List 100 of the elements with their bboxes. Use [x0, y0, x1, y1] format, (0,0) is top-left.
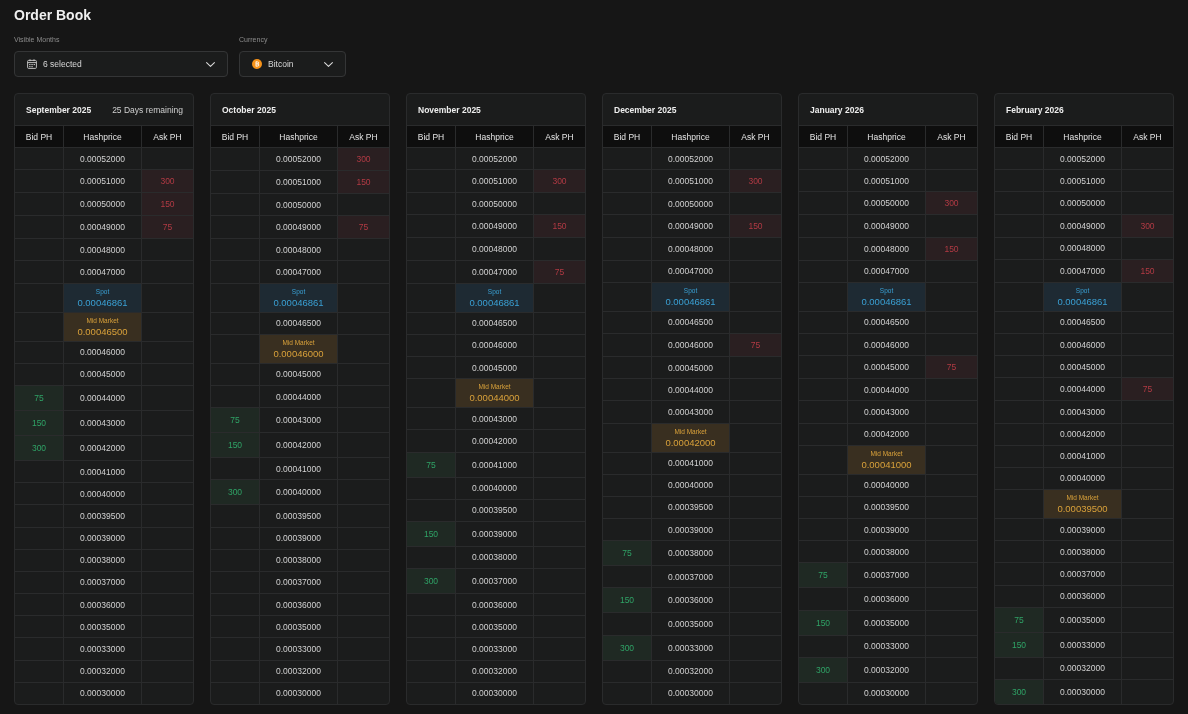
- ask-cell: 75: [729, 333, 781, 356]
- price-cell: 0.00039000: [1043, 519, 1121, 541]
- price-cell: 0.00036000: [1043, 585, 1121, 607]
- ask-cell: 150: [141, 193, 193, 216]
- price-cell: 0.00046000: [1043, 333, 1121, 356]
- column-header: Ask PH: [925, 126, 977, 147]
- price-cell: 0.00038000: [1043, 541, 1121, 563]
- price-cell: 0.00044000: [847, 379, 925, 401]
- column-header: Ask PH: [1121, 126, 1173, 147]
- ask-cell: 75: [141, 216, 193, 239]
- price-cell: 0.00039000: [847, 519, 925, 541]
- price-cell: 0.00033000: [455, 638, 533, 660]
- ask-cell: 300: [729, 170, 781, 193]
- bid-cell: 300: [15, 435, 63, 460]
- bid-cell: 300: [407, 569, 455, 594]
- price-cell: 0.00043000: [63, 410, 141, 435]
- price-cell: 0.00036000: [651, 588, 729, 613]
- price-cell: 0.00032000: [455, 660, 533, 682]
- month-title: December 2025: [614, 104, 677, 115]
- ask-cell: 300: [141, 170, 193, 193]
- price-cell: 0.00044000: [259, 385, 337, 408]
- price-cell: 0.00050000: [1043, 192, 1121, 214]
- price-cell: 0.00046000: [455, 334, 533, 356]
- price-cell: 0.00036000: [455, 594, 533, 616]
- column-header: Hashprice: [63, 126, 141, 147]
- price-cell: 0.00041000: [455, 452, 533, 477]
- price-cell: 0.00030000: [259, 682, 337, 704]
- ask-cell: 150: [729, 215, 781, 238]
- column-header: Bid PH: [416, 130, 446, 144]
- price-cell: 0.00046000: [63, 341, 141, 363]
- month-title: November 2025: [418, 104, 481, 115]
- bid-cell: 150: [15, 410, 63, 435]
- bid-cell: 150: [603, 588, 651, 613]
- column-header: Bid PH: [220, 130, 250, 144]
- price-cell: 0.00038000: [259, 549, 337, 571]
- price-cell: 0.00039000: [63, 527, 141, 549]
- price-cell: 0.00035000: [259, 616, 337, 638]
- mid-market-price: 0.00046500: [77, 325, 128, 337]
- chevron-down-icon: [324, 61, 333, 67]
- price-cell: 0.00032000: [847, 657, 925, 682]
- calendar-icon: [27, 59, 37, 69]
- ask-cell: 75: [925, 356, 977, 379]
- months-dropdown[interactable]: 6 selected: [14, 51, 228, 77]
- column-header: Hashprice: [259, 126, 337, 147]
- price-cell: 0.00035000: [847, 610, 925, 635]
- ask-cell: 75: [533, 260, 585, 283]
- price-cell: 0.00039500: [455, 499, 533, 521]
- spot-price: 0.00046861: [273, 296, 324, 308]
- price-cell: 0.00052000: [63, 148, 141, 170]
- price-cell: 0.00040000: [651, 474, 729, 496]
- price-cell: 0.00043000: [847, 401, 925, 423]
- column-header: Hashprice: [1043, 126, 1121, 147]
- ask-cell: 75: [337, 216, 389, 239]
- price-cell: 0.00030000: [651, 682, 729, 704]
- price-cell: 0.00048000: [455, 238, 533, 260]
- spot-price: 0.00046861: [1057, 295, 1108, 307]
- price-cell: 0.00042000: [847, 423, 925, 445]
- price-cell: 0.00045000: [1043, 356, 1121, 378]
- bid-cell: 300: [995, 680, 1043, 704]
- column-header: Hashprice: [651, 126, 729, 147]
- price-cell: 0.00039000: [455, 521, 533, 546]
- price-cell: 0.00050000: [651, 193, 729, 215]
- price-cell: 0.00042000: [63, 435, 141, 460]
- price-cell: 0.00039500: [847, 496, 925, 519]
- price-cell: 0.00038000: [63, 549, 141, 571]
- column-header: Ask PH: [729, 126, 781, 147]
- price-cell: 0.00041000: [63, 460, 141, 483]
- price-cell: 0.00035000: [1043, 607, 1121, 632]
- price-cell: 0.00039500: [259, 505, 337, 527]
- price-cell: 0.00041000: [1043, 445, 1121, 467]
- price-cell: 0.00046500: [1043, 311, 1121, 333]
- price-cell: 0.00052000: [847, 148, 925, 170]
- price-cell: 0.00036000: [259, 594, 337, 616]
- price-cell: 0.00032000: [63, 660, 141, 682]
- spot-price: 0.00046861: [861, 295, 912, 307]
- price-cell: 0.00047000: [847, 260, 925, 282]
- price-cell: 0.00049000: [847, 215, 925, 237]
- price-cell: 0.00048000: [259, 239, 337, 261]
- mid-market-price: 0.00041000: [861, 458, 912, 470]
- currency-dropdown[interactable]: Bitcoin: [239, 51, 346, 77]
- price-cell: 0.00041000: [259, 458, 337, 480]
- price-cell: 0.00047000: [259, 261, 337, 283]
- price-cell: 0.00038000: [847, 541, 925, 563]
- price-cell: 0.00037000: [847, 563, 925, 588]
- column-header: Ask PH: [533, 126, 585, 147]
- price-cell: 0.00047000: [651, 260, 729, 282]
- column-header: Bid PH: [612, 130, 642, 144]
- price-cell: 0.00045000: [455, 356, 533, 379]
- price-cell: 0.00037000: [259, 571, 337, 594]
- spot-price: 0.00046861: [665, 295, 716, 307]
- price-cell: 0.00050000: [455, 193, 533, 215]
- price-cell: 0.00032000: [651, 660, 729, 682]
- price-cell: 0.00044000: [63, 385, 141, 410]
- spot-price: 0.00046861: [469, 296, 520, 308]
- month-title: January 2026: [810, 104, 864, 115]
- price-cell: 0.00048000: [63, 239, 141, 261]
- price-cell: 0.00037000: [455, 569, 533, 594]
- price-cell: 0.00046500: [651, 311, 729, 333]
- column-header: Hashprice: [847, 126, 925, 147]
- bid-cell: 150: [211, 433, 259, 458]
